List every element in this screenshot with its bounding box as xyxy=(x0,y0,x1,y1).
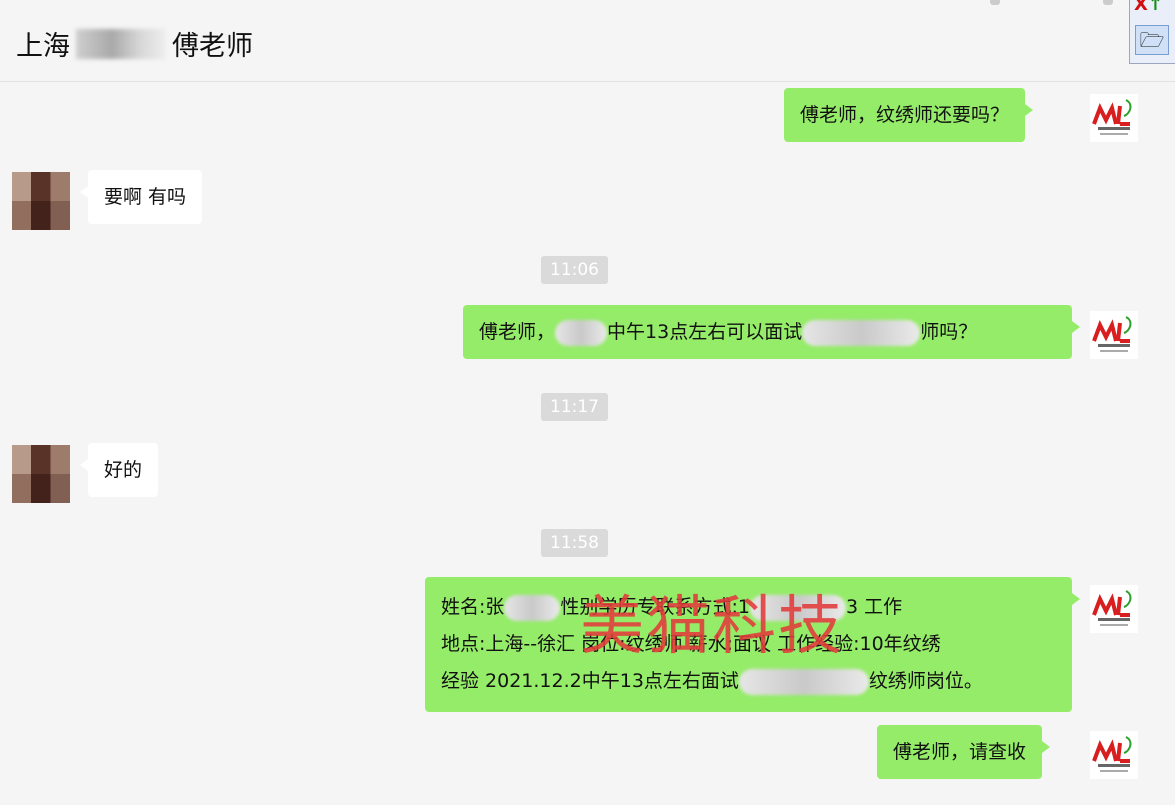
my-avatar-logo[interactable] xyxy=(1090,311,1138,359)
message-text: 傅老师， xyxy=(479,321,556,343)
excel-icon[interactable]: X↑ xyxy=(1134,0,1163,15)
my-avatar-logo[interactable] xyxy=(1090,731,1138,779)
message-text: 姓名:张 xyxy=(441,596,505,618)
message-bubble-outgoing[interactable]: 傅老师，请查收 xyxy=(877,725,1051,779)
folder-open-icon[interactable]: 🗁 xyxy=(1135,25,1169,55)
watermark-text: 美猫科技 xyxy=(580,590,844,664)
brand-logo-icon xyxy=(1092,590,1132,626)
pin-icon[interactable] xyxy=(990,0,1000,5)
message-text: 纹绣师岗位。 xyxy=(868,670,983,692)
window-icon[interactable] xyxy=(1103,0,1113,5)
redacted-text xyxy=(504,594,561,621)
message-text: 经验 2021.12.2中午13点左右面试 xyxy=(441,670,739,692)
my-avatar-logo[interactable] xyxy=(1090,94,1138,142)
redacted-text xyxy=(738,668,869,695)
brand-logo-icon xyxy=(1092,99,1132,135)
timestamp-badge: 11:17 xyxy=(541,393,608,421)
message-bubble-outgoing[interactable]: 傅老师，纹绣师还要吗？ xyxy=(784,88,1034,142)
contact-avatar[interactable] xyxy=(12,172,70,230)
redacted-text xyxy=(555,319,608,346)
toolbar-panel: X↑ 🗁 xyxy=(1129,0,1175,64)
my-avatar-logo[interactable] xyxy=(1090,585,1138,633)
message-bubble-outgoing[interactable]: 傅老师， 中午13点左右可以面试 师吗？ xyxy=(463,305,1080,359)
timestamp-badge: 11:06 xyxy=(541,256,608,284)
brand-logo-icon xyxy=(1092,736,1132,772)
chat-title-prefix: 上海 xyxy=(16,31,70,62)
chat-title-suffix: 傅老师 xyxy=(172,31,253,62)
brand-logo-icon xyxy=(1092,316,1132,352)
message-text: 地点:上海--徐汇 xyxy=(441,633,576,655)
message-bubble-incoming[interactable]: 要啊 有吗 xyxy=(79,170,203,224)
message-line: 经验 2021.12.2中午13点左右面试 纹绣师岗位。 xyxy=(441,663,1056,700)
message-text: 中午13点左右可以面试 xyxy=(607,321,803,343)
chat-header: 上海 傅老师 xyxy=(0,0,1175,82)
message-text: 3 工作 xyxy=(845,596,903,618)
timestamp-badge: 11:58 xyxy=(541,529,608,557)
redacted-name xyxy=(76,28,166,59)
contact-avatar[interactable] xyxy=(12,445,70,503)
chat-title: 上海 傅老师 xyxy=(16,24,253,63)
message-text: 师吗？ xyxy=(920,321,978,343)
message-bubble-incoming[interactable]: 好的 xyxy=(79,443,159,497)
redacted-text xyxy=(802,319,921,346)
